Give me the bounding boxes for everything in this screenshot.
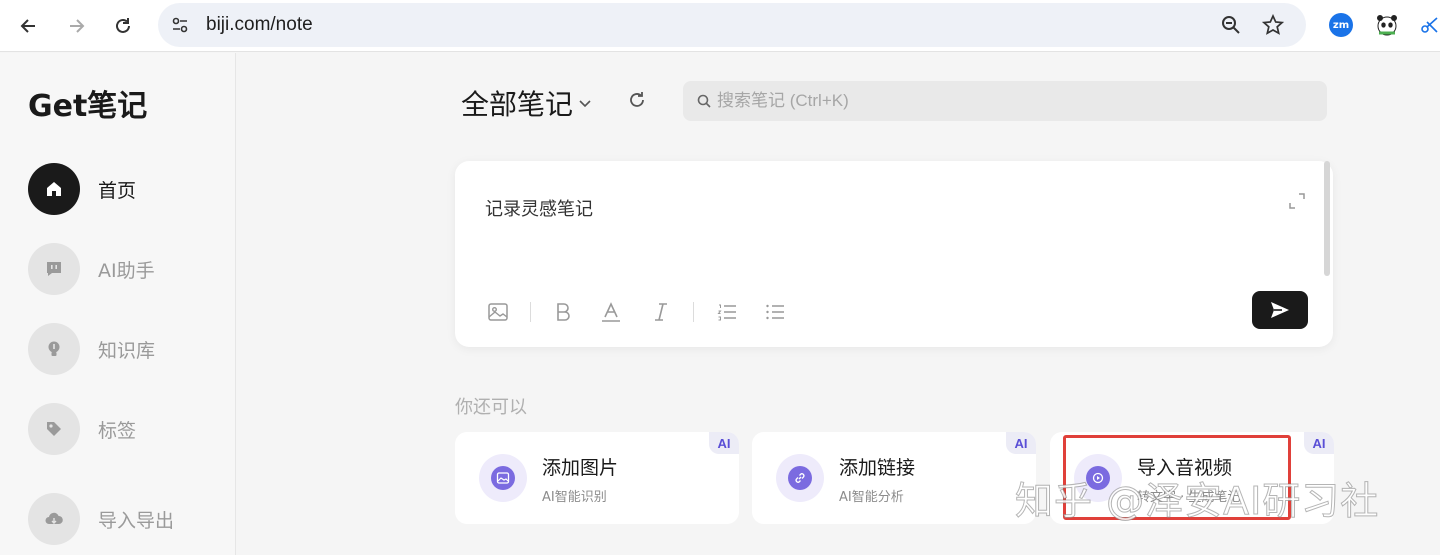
tag-icon-circle [28, 403, 80, 455]
bold-icon [557, 303, 570, 321]
sidebar-item-import-export[interactable]: 导入导出 [28, 493, 228, 545]
sidebar-item-label: 导入导出 [98, 509, 175, 532]
italic-icon [655, 303, 667, 321]
toolbar-divider [530, 302, 531, 322]
editor-placeholder[interactable]: 记录灵感笔记 [485, 195, 593, 221]
insert-image-button[interactable] [485, 299, 511, 325]
italic-button[interactable] [648, 299, 674, 325]
tag-icon [47, 422, 61, 436]
link-icon [795, 473, 805, 483]
zoom-icon[interactable] [1220, 14, 1242, 36]
sidebar-item-tags[interactable]: 标签 [28, 403, 228, 455]
reload-icon [116, 18, 130, 33]
card-subtitle: AI智能分析 [839, 490, 904, 505]
chat-icon-circle [28, 243, 80, 295]
home-icon [47, 182, 61, 196]
image-icon [496, 472, 510, 484]
cloud-icon-circle [28, 493, 80, 545]
card-title: 添加图片 [542, 457, 619, 479]
card-icon-circle [776, 454, 824, 502]
forward-button[interactable] [62, 12, 90, 40]
card-subtitle: 转文字 · 生成笔记 [1137, 490, 1241, 505]
card-icon-circle [1074, 454, 1122, 502]
sidebar-item-knowledge-base[interactable]: 知识库 [28, 323, 228, 375]
send-button[interactable] [1252, 291, 1308, 329]
image-icon [488, 303, 508, 321]
scissors-icon [1421, 17, 1438, 33]
bold-button[interactable] [550, 299, 576, 325]
bulb-icon [48, 341, 60, 356]
bullet-list-button[interactable] [762, 299, 788, 325]
card-icon-dot [491, 466, 515, 490]
sidebar-item-label: 知识库 [98, 339, 156, 362]
arrow-left-icon [20, 19, 35, 33]
search-icon [697, 94, 711, 108]
ordered-list-icon [717, 304, 736, 321]
panda-icon [1377, 15, 1397, 36]
send-icon [1271, 302, 1289, 318]
chat-icon [47, 262, 61, 276]
panda-extension-icon[interactable] [1375, 13, 1399, 37]
add-link-card[interactable]: AI 添加链接 AI智能分析 [752, 432, 1036, 524]
text-color-icon [602, 302, 620, 322]
url-text: biji.com/note [206, 14, 313, 35]
ai-badge: AI [709, 432, 739, 454]
note-editor[interactable]: 记录灵感笔记 [455, 161, 1333, 347]
chevron-down-icon [579, 100, 591, 108]
bulb-icon-circle [28, 323, 80, 375]
sidebar-item-ai-assistant[interactable]: AI助手 [28, 243, 228, 295]
sidebar-item-label: 首页 [98, 179, 137, 202]
sidebar-item-label: AI助手 [98, 259, 155, 282]
sidebar-item-home[interactable]: 首页 [28, 163, 228, 215]
site-info-icon[interactable] [170, 15, 190, 35]
app-logo: Get笔记 [28, 89, 148, 124]
import-media-card[interactable]: AI 导入音视频 转文字 · 生成笔记 [1050, 432, 1334, 524]
home-icon-circle [28, 163, 80, 215]
bookmark-star-icon[interactable] [1262, 14, 1284, 36]
text-color-button[interactable] [598, 299, 624, 325]
refresh-icon[interactable] [626, 89, 648, 111]
reload-button[interactable] [109, 12, 137, 40]
browser-toolbar: biji.com/note zm [0, 0, 1440, 52]
ai-badge: AI [1006, 432, 1036, 454]
card-subtitle: AI智能识别 [542, 490, 607, 505]
toolbar-divider [693, 302, 694, 322]
card-title: 添加链接 [839, 457, 916, 479]
zm-extension-label: zm [1332, 19, 1350, 31]
search-bar [683, 81, 1327, 121]
page-title: 全部笔记 [461, 88, 574, 121]
card-title: 导入音视频 [1137, 457, 1233, 479]
arrow-right-icon [70, 19, 85, 33]
address-bar[interactable]: biji.com/note [158, 3, 1306, 47]
section-label: 你还可以 [455, 397, 527, 418]
ordered-list-button[interactable] [714, 299, 740, 325]
scissors-extension-icon[interactable] [1420, 13, 1440, 37]
card-icon-dot [788, 466, 812, 490]
zm-extension-icon[interactable]: zm [1329, 13, 1353, 37]
ai-badge: AI [1304, 432, 1334, 454]
bullet-list-icon [766, 304, 784, 320]
add-image-card[interactable]: AI 添加图片 AI智能识别 [455, 432, 739, 524]
search-input[interactable] [717, 81, 1317, 121]
editor-scrollbar[interactable] [1324, 161, 1330, 276]
sidebar-item-label: 标签 [98, 419, 137, 442]
cloud-icon [45, 512, 63, 524]
audio-icon [1092, 472, 1104, 484]
sidebar: Get笔记 首页 AI助手 知识库 标签 导入导出 [0, 53, 236, 555]
back-button[interactable] [15, 12, 43, 40]
card-icon-dot [1086, 466, 1110, 490]
notes-filter-dropdown[interactable]: 全部笔记 [461, 83, 593, 123]
card-icon-circle [479, 454, 527, 502]
expand-icon[interactable] [1287, 191, 1307, 211]
